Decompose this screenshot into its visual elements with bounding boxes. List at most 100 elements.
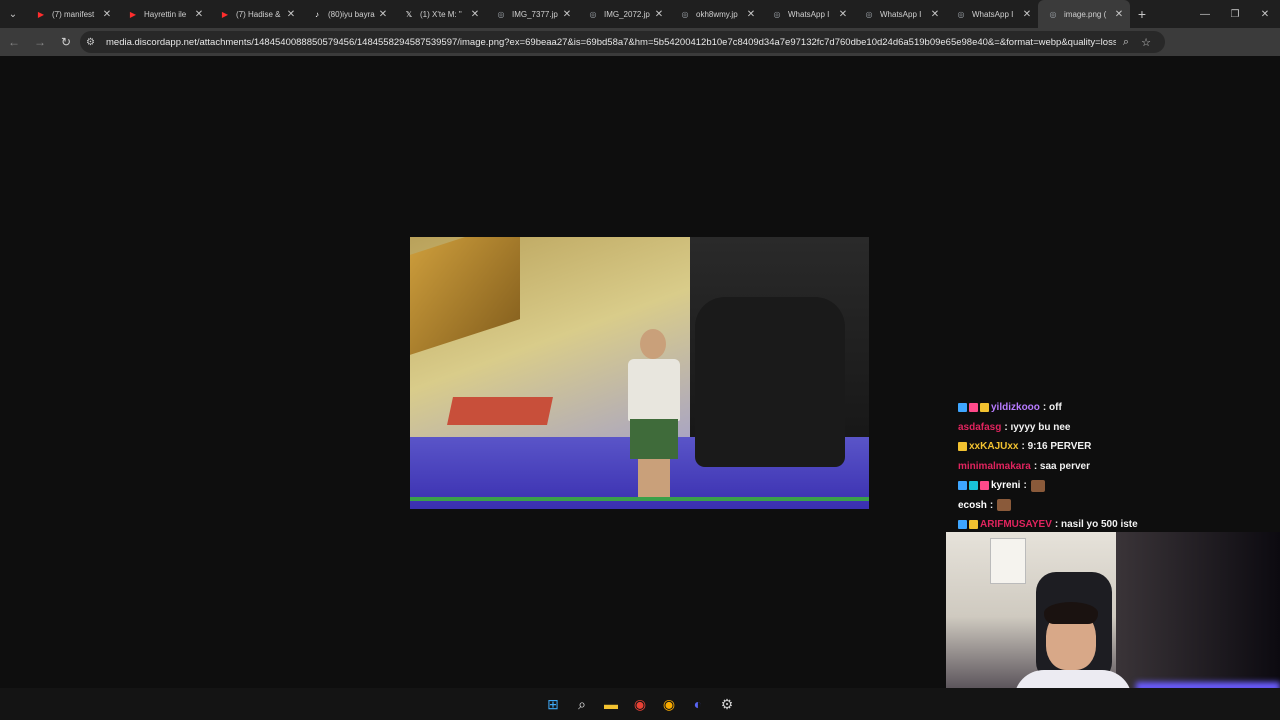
person-shorts	[630, 419, 678, 459]
chat-username: ecosh	[958, 499, 987, 511]
new-tab-button[interactable]: +	[1130, 0, 1154, 28]
youtube-icon: ▶	[221, 9, 229, 19]
chrome-icon[interactable]: ◉	[655, 688, 684, 720]
tab-search-button[interactable]: ⌄	[0, 0, 26, 28]
cat-poster	[990, 538, 1026, 584]
streamer-hair	[1044, 602, 1098, 624]
back-button[interactable]: ←	[2, 30, 26, 54]
zoom-icon[interactable]: ⌕	[1116, 36, 1136, 49]
windows-start-icon[interactable]: ⊞	[539, 688, 568, 720]
chat-text: :	[989, 499, 994, 511]
chat-username: asdafasg	[958, 421, 1002, 433]
chat-username: ARIFMUSAYEV	[980, 519, 1052, 531]
forward-button[interactable]: →	[28, 30, 52, 54]
tab-title: (80)iyu bayra	[328, 9, 375, 19]
search-icon[interactable]: ⌕	[568, 688, 597, 720]
tab-title: IMG_2072.jp	[604, 9, 650, 19]
settings-icon[interactable]: ⚙	[713, 688, 742, 720]
browser-tab[interactable]: 𝕏 (1) X'te M: " ✕	[394, 0, 486, 28]
person-legs	[638, 459, 670, 499]
chat-message: xxKAJUxx: 9:16 PERVER	[958, 437, 1280, 457]
browser-tab[interactable]: ◎ WhatsApp I ✕	[946, 0, 1038, 28]
chair-shape	[695, 297, 845, 467]
stream-chat-overlay: yildizkooo: off asdafasg: ıyyyy bu nee xxK…	[958, 398, 1280, 535]
reload-button[interactable]: ↻	[54, 30, 78, 54]
chat-message: ecosh:	[958, 496, 1280, 516]
minimize-button[interactable]: —	[1190, 0, 1220, 28]
site-info-icon[interactable]: ⚙	[86, 37, 102, 48]
browser-tab[interactable]: ◎ IMG_7377.jp ✕	[486, 0, 578, 28]
tab-title: (7) manifest	[52, 9, 95, 19]
close-tab-icon[interactable]: ✕	[100, 9, 114, 20]
reload-icon: ↻	[60, 35, 72, 49]
close-tab-icon[interactable]: ✕	[284, 9, 298, 20]
chat-username: yildizkooo	[991, 402, 1040, 414]
chat-message: yildizkooo: off	[958, 398, 1280, 418]
youtube-icon: ▶	[129, 9, 137, 19]
browser-tab[interactable]: ◎ WhatsApp I ✕	[854, 0, 946, 28]
chat-username: minimalmakara	[958, 460, 1031, 472]
browser-tab[interactable]: ▶ Hayrettin ile ✕	[118, 0, 210, 28]
discord-icon[interactable]: ◐	[684, 688, 713, 720]
browser-tab[interactable]: ◎ okh8wmy.jp ✕	[670, 0, 762, 28]
close-window-button[interactable]: ✕	[1250, 0, 1280, 28]
stream-screenshot-image[interactable]	[410, 237, 869, 509]
close-tab-icon[interactable]: ✕	[1020, 9, 1034, 20]
arrow-left-icon: ←	[8, 35, 20, 49]
stream-progress-bar	[410, 497, 869, 501]
restore-button[interactable]: ❐	[1220, 0, 1250, 28]
url-text[interactable]: media.discordapp.net/attachments/1484540…	[106, 37, 1116, 48]
tab-title: WhatsApp I	[788, 9, 830, 19]
chat-username: xxKAJUxx	[969, 441, 1019, 453]
chat-message: kyreni:	[958, 476, 1280, 496]
file-explorer-icon[interactable]: ▬	[597, 688, 626, 720]
close-tab-icon[interactable]: ✕	[744, 9, 758, 20]
browser-tab[interactable]: ◎ image.png (✕	[1038, 0, 1130, 28]
close-tab-icon[interactable]: ✕	[192, 9, 206, 20]
address-bar[interactable]: ⚙ media.discordapp.net/attachments/14845…	[80, 31, 1165, 53]
chat-badge-icon	[958, 403, 967, 413]
chat-text: : 9:16 PERVER	[1021, 441, 1092, 453]
chat-badge-icon	[980, 403, 989, 413]
chat-badge-icon	[980, 481, 989, 491]
chat-username: kyreni	[991, 480, 1021, 492]
plus-icon: +	[1137, 6, 1147, 22]
close-tab-icon[interactable]: ✕	[1112, 9, 1126, 20]
person-shirt	[628, 359, 680, 421]
tab-title: WhatsApp I	[880, 9, 922, 19]
arrow-right-icon: →	[34, 35, 46, 49]
globe-icon: ◎	[1049, 9, 1057, 19]
chrome-icon[interactable]: ◉	[626, 688, 655, 720]
chat-badge-icon	[958, 481, 967, 491]
browser-tab[interactable]: ▶ (7) manifest ✕	[26, 0, 118, 28]
browser-tab[interactable]: ◎ WhatsApp I ✕	[762, 0, 854, 28]
tab-title: IMG_7377.jp	[512, 9, 558, 19]
chat-emote-icon	[997, 499, 1012, 512]
globe-icon: ◎	[957, 9, 965, 19]
window-controls: — ❐ ✕	[1190, 0, 1280, 28]
close-tab-icon[interactable]: ✕	[836, 9, 850, 20]
tiktok-icon: ♪	[315, 9, 319, 19]
globe-icon: ◎	[865, 9, 873, 19]
tab-title: Hayrettin ile	[144, 9, 187, 19]
bookmark-star-icon[interactable]: ☆	[1136, 36, 1156, 49]
close-tab-icon[interactable]: ✕	[560, 9, 574, 20]
chat-badge-icon	[958, 520, 967, 530]
chat-text: : ıyyyy bu nee	[1004, 421, 1071, 433]
close-tab-icon[interactable]: ✕	[468, 9, 482, 20]
close-tab-icon[interactable]: ✕	[652, 9, 666, 20]
chat-emote-icon	[1030, 479, 1045, 492]
browser-tab[interactable]: ◎ IMG_2072.jp ✕	[578, 0, 670, 28]
tab-title: okh8wmy.jp	[696, 9, 738, 19]
shelf-shape	[410, 237, 520, 355]
browser-tab[interactable]: ▶ (7) Hadise & ✕	[210, 0, 302, 28]
windows-taskbar: ⊞ ⌕ ▬ ◉ ◉ ◐ ⚙	[0, 688, 1280, 720]
person-figure	[624, 329, 684, 499]
youtube-icon: ▶	[37, 9, 45, 19]
globe-icon: ◎	[589, 9, 597, 19]
browser-tab[interactable]: ♪ (80)iyu bayra ✕	[302, 0, 394, 28]
close-tab-icon[interactable]: ✕	[928, 9, 942, 20]
close-tab-icon[interactable]: ✕	[376, 9, 390, 20]
chat-badge-icon	[969, 481, 978, 491]
globe-icon: ◎	[681, 9, 689, 19]
